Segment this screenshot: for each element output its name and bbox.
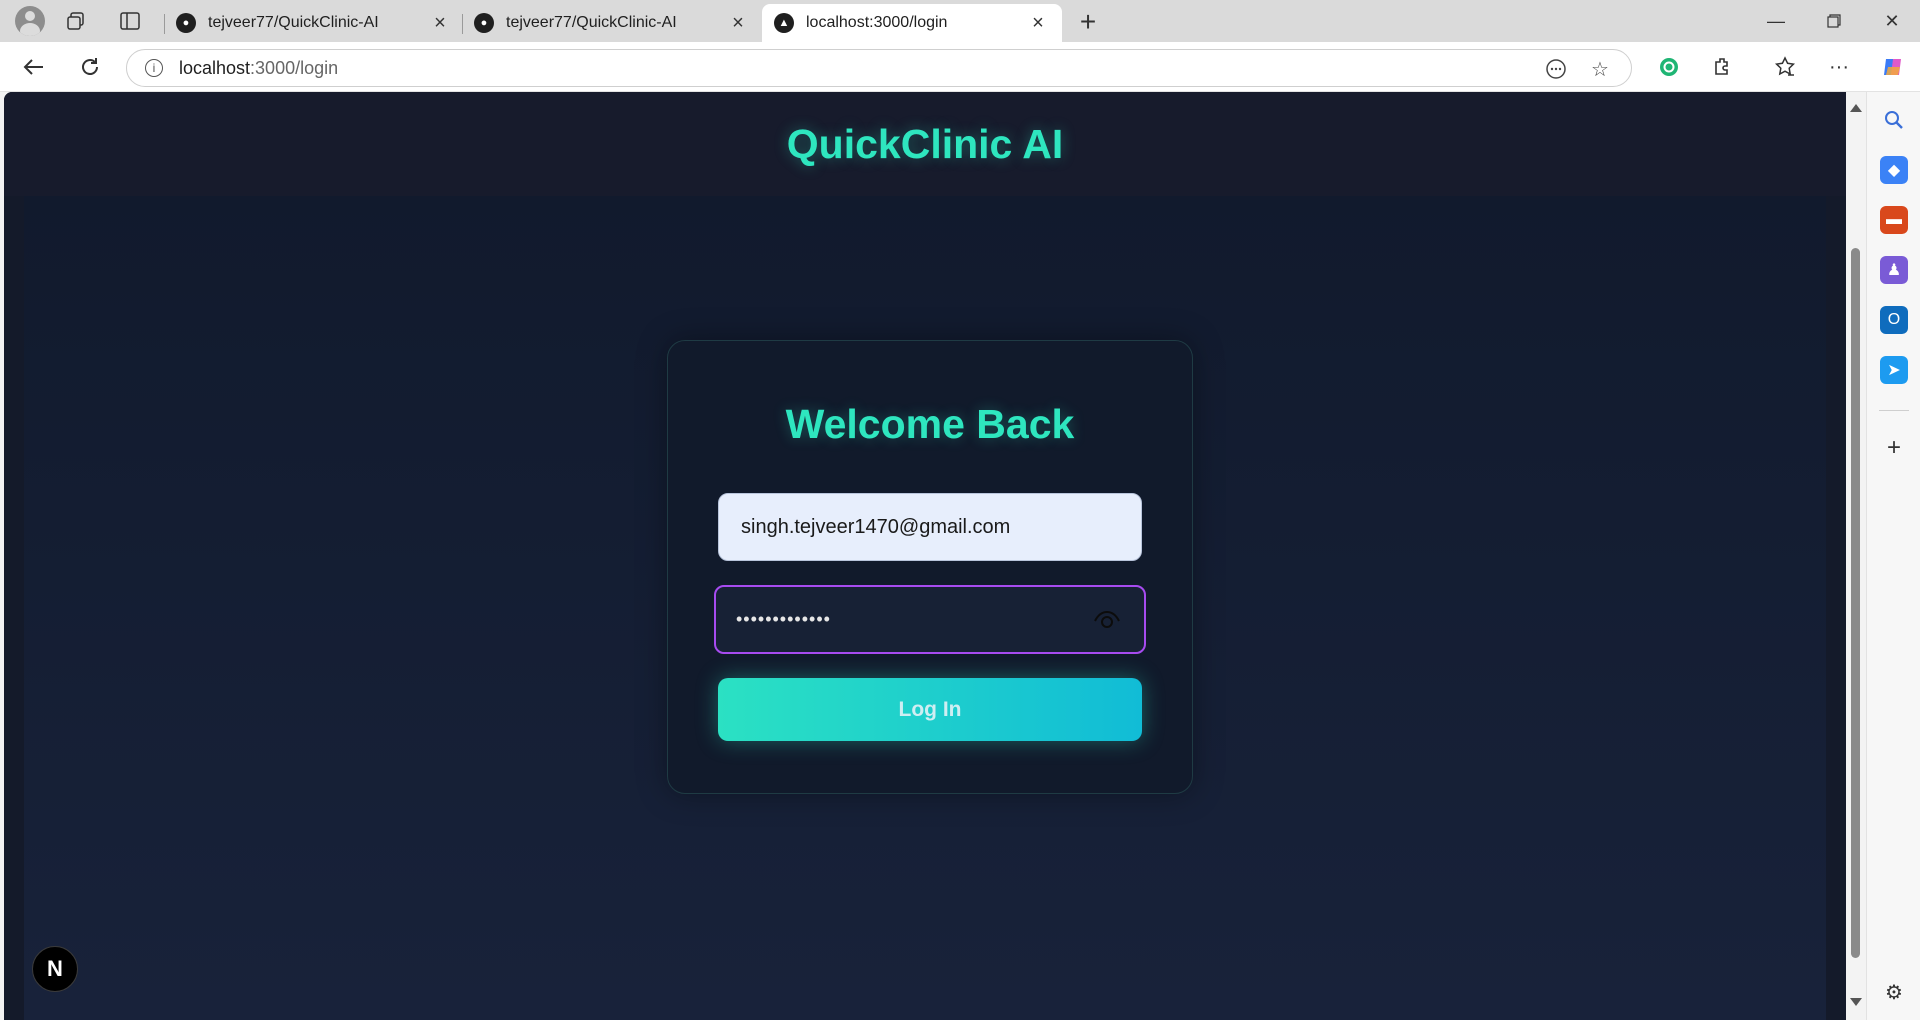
github-icon: ● [176, 13, 196, 33]
sidebar-settings-icon[interactable]: ⚙ [1880, 978, 1908, 1006]
brand-title[interactable]: QuickClinic AI [787, 121, 1063, 168]
edge-sidebar: ◆ ▬ ♟ O ➤ + ⚙ [1866, 92, 1920, 1020]
app-header: QuickClinic AI [4, 92, 1846, 196]
tools-briefcase-icon[interactable]: ▬ [1880, 206, 1908, 234]
search-icon[interactable] [1880, 106, 1908, 134]
collections-icon[interactable] [1768, 51, 1802, 83]
main-area: Welcome Back singh.tejveer1470@gmail.com… [24, 196, 1826, 1020]
tab-title: tejveer77/QuickClinic-AI [506, 14, 677, 31]
nextjs-dev-badge[interactable]: N [32, 946, 78, 992]
favorite-star-icon[interactable]: ☆ [1583, 50, 1617, 88]
address-bar-row: i localhost:3000/login ☆ ··· [0, 42, 1920, 92]
scroll-up-arrow-icon[interactable] [1850, 104, 1862, 112]
nextjs-icon: ▲ [774, 13, 794, 33]
shopping-tag-icon[interactable]: ◆ [1880, 156, 1908, 184]
close-tab-icon[interactable]: × [428, 12, 452, 35]
more-menu-icon[interactable]: ··· [1822, 51, 1856, 83]
login-button[interactable]: Log In [718, 678, 1142, 741]
copilot-extension-icon[interactable] [1652, 51, 1686, 83]
extensions-icon[interactable] [1706, 51, 1740, 83]
profile-avatar[interactable] [10, 0, 50, 42]
workspaces-icon[interactable] [56, 0, 96, 42]
github-icon: ● [474, 13, 494, 33]
tab-github-2[interactable]: ● tejveer77/QuickClinic-AI × [462, 4, 762, 42]
add-sidebar-app-icon[interactable]: + [1880, 434, 1908, 462]
page-viewport: QuickClinic AI Welcome Back singh.tejvee… [4, 92, 1846, 1020]
tab-localhost-login[interactable]: ▲ localhost:3000/login × [762, 4, 1062, 42]
tab-separator [462, 14, 463, 34]
copilot-icon[interactable] [1876, 51, 1910, 83]
restore-button[interactable] [1806, 0, 1862, 42]
tab-title: localhost:3000/login [806, 14, 948, 31]
reader-options-icon[interactable] [1539, 50, 1573, 88]
email-value: singh.tejveer1470@gmail.com [741, 515, 1011, 538]
close-tab-icon[interactable]: × [726, 12, 750, 35]
avatar-icon [15, 6, 45, 36]
tab-title: tejveer77/QuickClinic-AI [208, 14, 379, 31]
scrollbar-thumb[interactable] [1851, 248, 1860, 958]
close-tab-icon[interactable]: × [1026, 12, 1050, 35]
email-field[interactable]: singh.tejveer1470@gmail.com [718, 493, 1142, 561]
tab-separator [164, 14, 165, 34]
refresh-button[interactable] [74, 51, 106, 83]
site-info-icon[interactable]: i [145, 59, 163, 77]
url-host: localhost [179, 57, 251, 78]
minimize-button[interactable]: — [1748, 0, 1804, 42]
vertical-tabs-icon[interactable] [110, 0, 150, 42]
tab-github-1[interactable]: ● tejveer77/QuickClinic-AI × [164, 4, 464, 42]
close-window-button[interactable]: ✕ [1864, 0, 1920, 42]
send-icon[interactable]: ➤ [1880, 356, 1908, 384]
scroll-down-arrow-icon[interactable] [1850, 998, 1862, 1006]
tab-bar: ● tejveer77/QuickClinic-AI × ● tejveer77… [0, 0, 1920, 42]
back-button[interactable] [18, 51, 50, 83]
url-field[interactable]: i localhost:3000/login ☆ [126, 49, 1632, 87]
url-path: :3000/login [250, 57, 339, 78]
new-tab-button[interactable]: + [1072, 6, 1104, 38]
show-password-icon[interactable] [1092, 607, 1122, 633]
login-card: Welcome Back singh.tejveer1470@gmail.com… [667, 340, 1193, 794]
password-mask: ••••••••••••• [736, 609, 831, 629]
outlook-icon[interactable]: O [1880, 306, 1908, 334]
page-scrollbar[interactable] [1846, 92, 1866, 1020]
games-icon[interactable]: ♟ [1880, 256, 1908, 284]
login-title: Welcome Back [785, 401, 1075, 447]
sidebar-divider [1879, 410, 1909, 411]
password-field[interactable]: ••••••••••••• [714, 585, 1146, 654]
